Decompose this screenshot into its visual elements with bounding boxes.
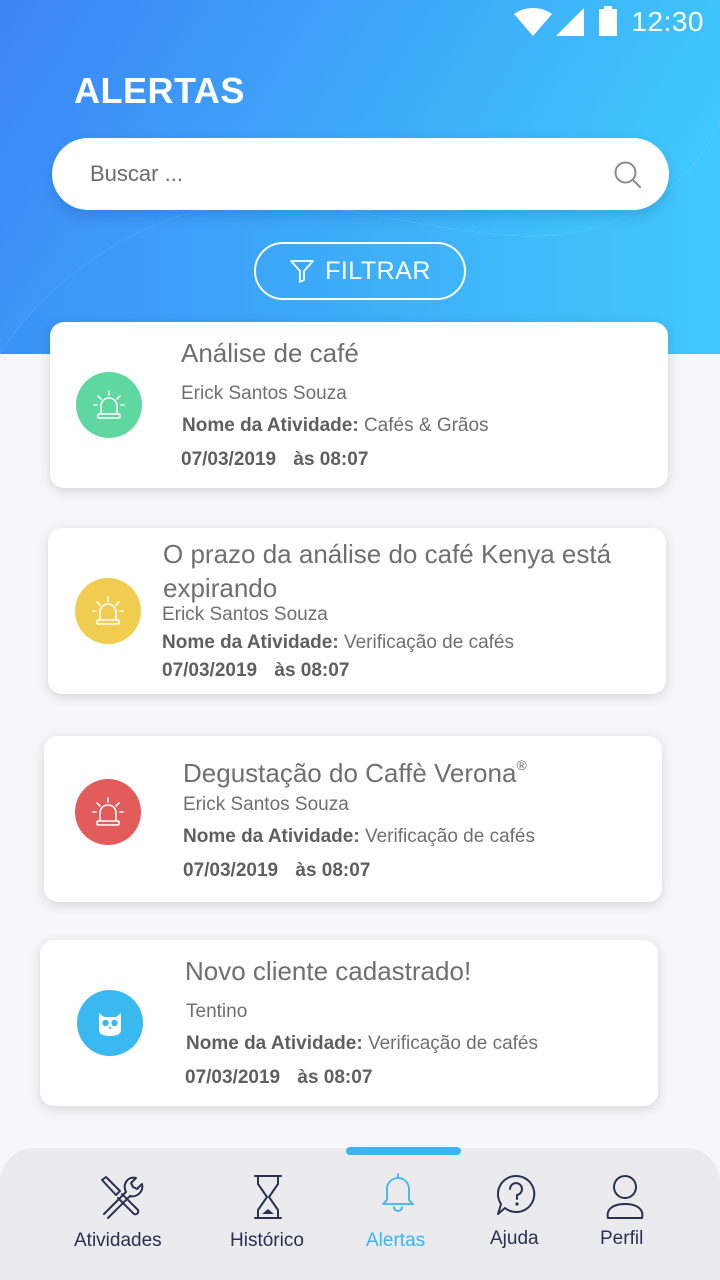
alert-title: O prazo da análise do café Kenya está ex… [163,539,612,603]
alert-datetime: 07/03/2019 às 08:07 [185,1067,372,1089]
at-word: às [293,449,315,470]
alert-date: 07/03/2019 [181,449,277,470]
nav-label: Histórico [230,1230,304,1251]
alert-card[interactable]: O prazo da análise do café Kenya está ex… [48,528,666,694]
alert-person: Erick Santos Souza [162,604,328,625]
search-box[interactable] [52,138,669,210]
alert-time: 08:07 [321,860,371,881]
alert-title: Degustação do Caffè Verona® [183,748,527,790]
wifi-icon [514,8,552,36]
nav-item-alertas[interactable]: Alertas [362,1148,438,1280]
alert-date: 07/03/2019 [185,1067,281,1088]
alert-time: 08:07 [300,660,350,681]
alert-person: Erick Santos Souza [181,383,347,404]
siren-icon [93,390,125,419]
user-icon [606,1175,644,1219]
siren-icon [92,797,124,826]
alert-card[interactable]: Degustação do Caffè Verona® Erick Santos… [44,736,662,902]
bottom-nav: Atividades Histórico Alertas Ajuda Perfi… [0,1147,720,1280]
alert-card[interactable]: Novo cliente cadastrado! Tentino Nome da… [40,940,658,1106]
alert-badge [75,578,141,644]
alert-title: Novo cliente cadastrado! [185,956,472,986]
search-input[interactable] [90,156,590,192]
activity-value: Verificação de cafés [364,826,535,847]
filter-button[interactable]: FILTRAR [254,242,466,300]
alert-title: Análise de café [181,338,359,368]
tools-icon [101,1176,144,1219]
page-title: ALERTAS [74,70,245,111]
alert-person: Tentino [186,1001,248,1022]
alert-person: Erick Santos Souza [183,794,349,815]
nav-label: Ajuda [490,1228,539,1249]
filter-icon [290,260,314,283]
nav-item-atividades[interactable]: Atividades [70,1148,180,1280]
siren-icon [92,596,124,625]
status-bar: 12:30 [0,0,720,46]
activity-label: Nome da Atividade: [182,415,359,436]
nav-item-ajuda[interactable]: Ajuda [486,1148,548,1280]
nav-label: Atividades [74,1230,162,1251]
alert-time: 08:07 [319,449,369,470]
status-time: 12:30 [631,6,704,37]
filter-label: FILTRAR [325,256,431,285]
activity-value: Cafés & Grãos [363,415,489,436]
at-word: às [295,860,317,881]
activity-label: Nome da Atividade: [183,826,360,847]
alert-activity: Nome da Atividade: Verificação de cafés [186,1033,538,1055]
activity-value: Verificação de cafés [367,1033,538,1054]
alert-activity: Nome da Atividade: Verificação de cafés [183,826,535,848]
alert-badge [75,779,141,845]
signal-icon [556,8,584,36]
hourglass-icon [254,1175,282,1219]
nav-item-historico[interactable]: Histórico [228,1148,312,1280]
nav-label: Alertas [366,1230,426,1251]
alert-activity: Nome da Atividade: Verificação de cafés [162,632,514,654]
owl-icon [99,1013,121,1036]
alert-datetime: 07/03/2019 às 08:07 [183,860,370,882]
registered-mark: ® [516,757,527,773]
battery-icon [599,6,617,36]
alert-activity: Nome da Atividade: Cafés & Grãos [182,415,489,437]
nav-label: Perfil [600,1228,644,1249]
alert-title-text: Degustação do Caffè Verona [183,758,517,788]
activity-label: Nome da Atividade: [162,632,339,653]
search-icon[interactable] [613,160,643,190]
alert-date: 07/03/2019 [183,860,279,881]
at-word: às [274,660,296,681]
alert-badge [77,990,143,1056]
alert-date: 07/03/2019 [162,660,258,681]
activity-label: Nome da Atividade: [186,1033,363,1054]
bell-icon [382,1173,414,1212]
alert-time: 08:07 [323,1067,373,1088]
nav-item-perfil[interactable]: Perfil [596,1148,656,1280]
help-icon [496,1174,536,1215]
alert-badge [76,372,142,438]
alert-datetime: 07/03/2019 às 08:07 [162,660,349,682]
alert-datetime: 07/03/2019 às 08:07 [181,449,368,471]
alert-card[interactable]: Análise de café Erick Santos Souza Nome … [50,322,668,488]
activity-value: Verificação de cafés [343,632,514,653]
at-word: às [297,1067,319,1088]
